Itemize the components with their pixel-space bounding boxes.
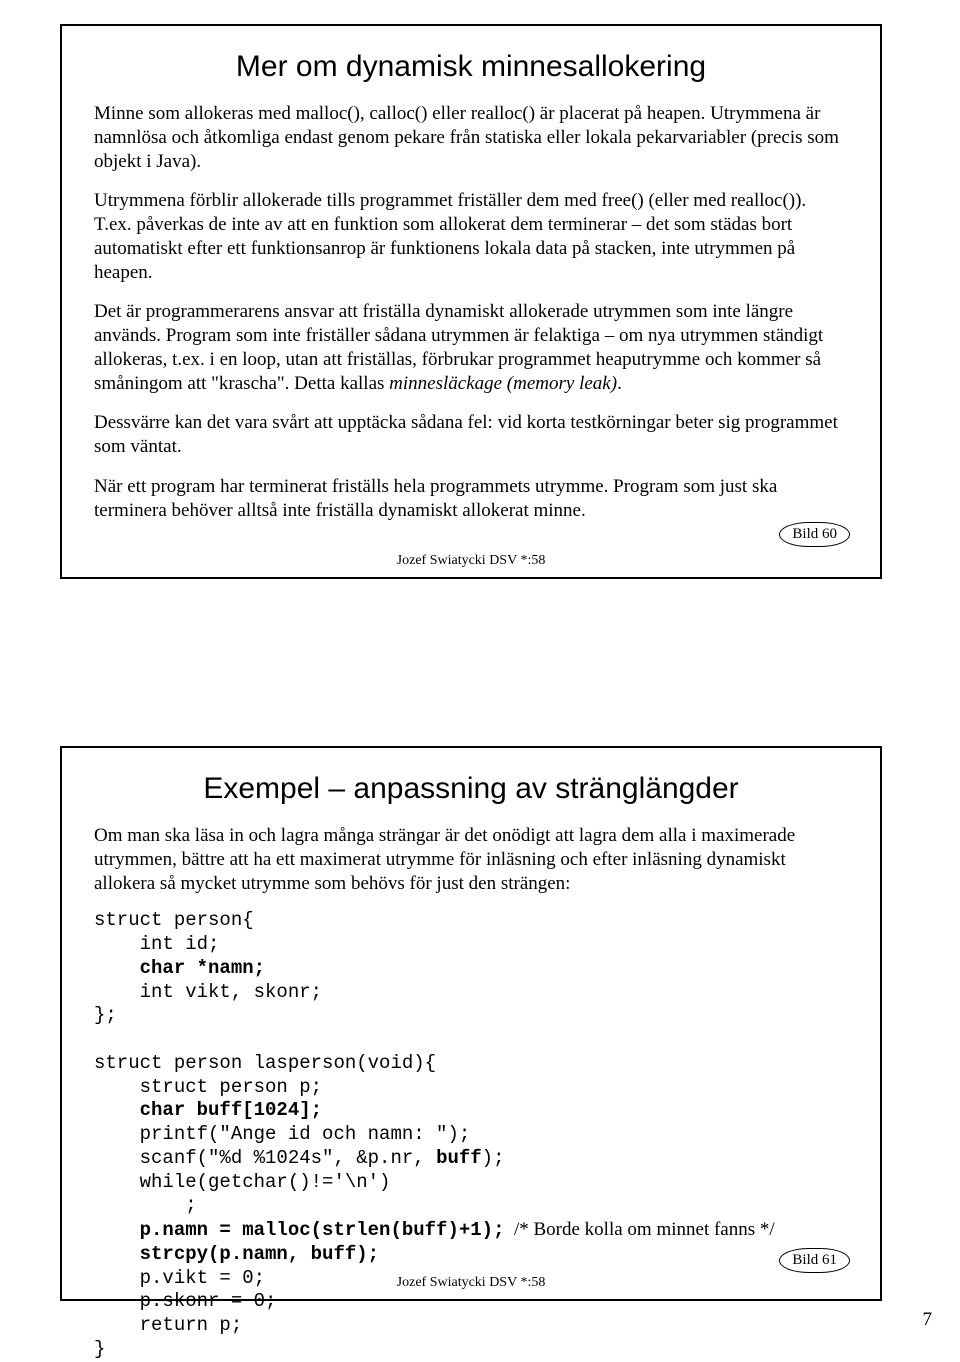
c1l3: char *namn; bbox=[94, 957, 265, 979]
c2l4: printf("Ange id och namn: "); bbox=[94, 1123, 470, 1145]
slide2-title: Exempel – anpassning av stränglängder bbox=[94, 772, 848, 806]
slide1-para3: Det är programmerarens ansvar att fristä… bbox=[94, 300, 848, 395]
c1l2: int id; bbox=[94, 933, 219, 955]
slide2-intro: Om man ska läsa in och lagra många strän… bbox=[94, 824, 848, 895]
slide1-title: Mer om dynamisk minnesallokering bbox=[94, 50, 848, 84]
slide1-para1: Minne som allokeras med malloc(), calloc… bbox=[94, 102, 848, 173]
c2l5a: scanf("%d %1024s", &p.nr, bbox=[94, 1147, 436, 1169]
c2l8-comment: /* Borde kolla om minnet fanns */ bbox=[504, 1219, 774, 1240]
c2l2: struct person p; bbox=[94, 1076, 322, 1098]
c2l12: return p; bbox=[94, 1314, 242, 1336]
c2l7: ; bbox=[94, 1194, 197, 1216]
slide-2: Exempel – anpassning av stränglängder Om… bbox=[60, 746, 882, 1301]
c1l4: int vikt, skonr; bbox=[94, 981, 322, 1003]
c1l5: }; bbox=[94, 1004, 117, 1026]
c2l5c: ); bbox=[482, 1147, 505, 1169]
slide1-para5: När ett program har terminerat friställs… bbox=[94, 475, 848, 523]
slide2-badge: Bild 61 bbox=[779, 1248, 850, 1273]
c2l8a: p.namn = malloc(strlen(buff)+1); bbox=[94, 1219, 504, 1241]
slide1-p3-italic: minnesläckage (memory leak) bbox=[389, 373, 617, 394]
slide1-footer: Jozef Swiatycki DSV *:58 bbox=[62, 553, 880, 569]
c2l5b: buff bbox=[436, 1147, 482, 1169]
slide-1: Mer om dynamisk minnesallokering Minne s… bbox=[60, 24, 882, 579]
c1l1: struct person{ bbox=[94, 909, 254, 931]
slide1-para2: Utrymmena förblir allokerade tills progr… bbox=[94, 189, 848, 284]
c2l3: char buff[1024]; bbox=[94, 1099, 322, 1121]
slide1-para4: Dessvärre kan det vara svårt att upptäck… bbox=[94, 411, 848, 459]
slide2-footer: Jozef Swiatycki DSV *:58 bbox=[62, 1275, 880, 1291]
c2l1: struct person lasperson(void){ bbox=[94, 1052, 436, 1074]
c2l11: p.skonr = 0; bbox=[94, 1290, 276, 1312]
slide1-badge: Bild 60 bbox=[779, 522, 850, 547]
page: Mer om dynamisk minnesallokering Minne s… bbox=[0, 0, 960, 1349]
page-number: 7 bbox=[923, 1309, 933, 1331]
slide1-p3b: . bbox=[617, 373, 622, 394]
c2l6: while(getchar()!='\n') bbox=[94, 1171, 390, 1193]
code-block-1: struct person{ int id; char *namn; int v… bbox=[94, 909, 848, 1361]
c2l9: strcpy(p.namn, buff); bbox=[94, 1243, 379, 1265]
